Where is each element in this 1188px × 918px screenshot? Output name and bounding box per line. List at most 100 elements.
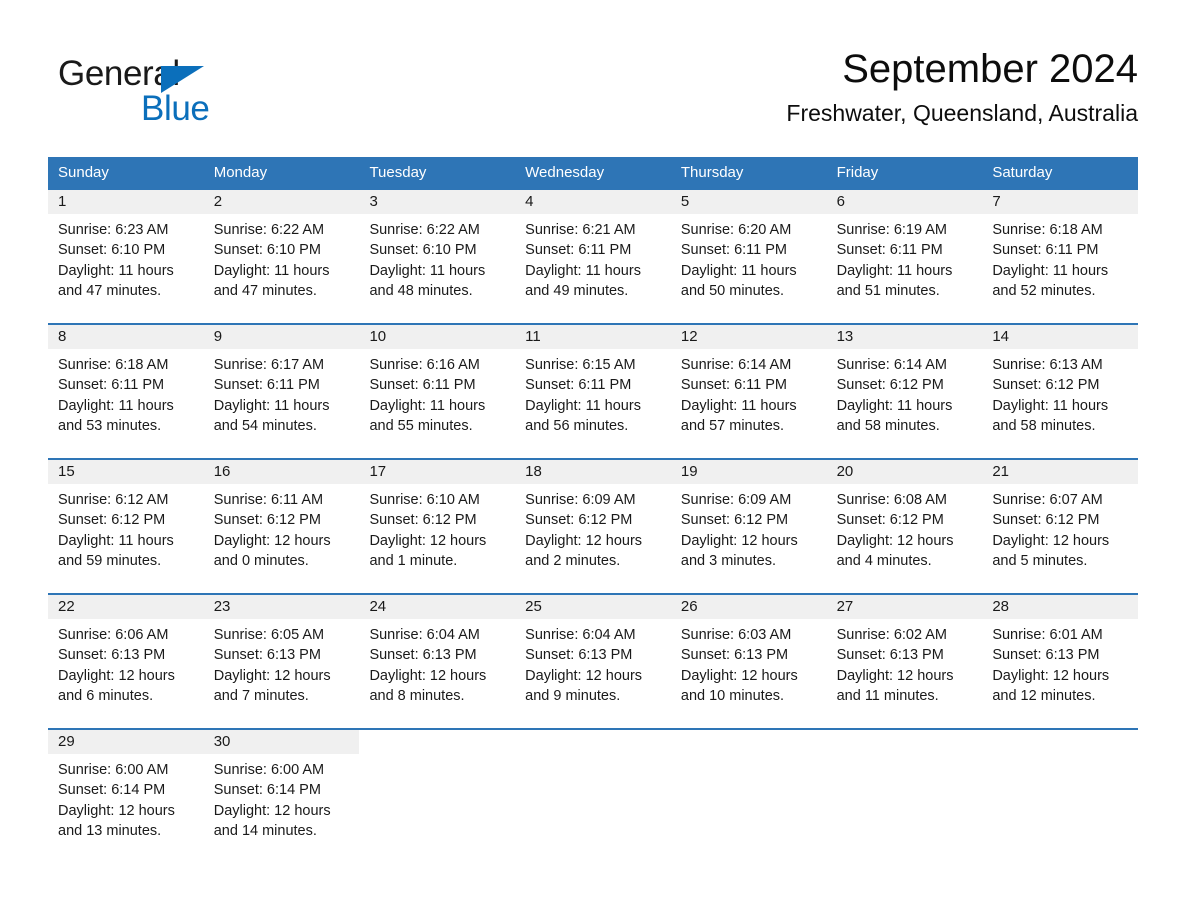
day-number-band: 2 [203,190,360,214]
logo-text-blue: Blue [141,89,210,128]
day-cell[interactable]: 7 Sunrise: 6:18 AM Sunset: 6:11 PM Dayli… [982,190,1139,323]
daylight-text-line2: and 3 minutes. [680,552,776,569]
day-number: 19 [680,463,698,480]
sunrise-text: Sunrise: 6:04 AM [369,627,480,643]
day-cell[interactable]: 19 Sunrise: 6:09 AM Sunset: 6:12 PM Dayl… [670,460,827,593]
day-number: 28 [992,598,1009,615]
sunrise-text: Sunrise: 6:00 AM [213,762,325,778]
day-number-band [671,730,827,754]
day-cell[interactable]: 12 Sunrise: 6:14 AM Sunset: 6:11 PM Dayl… [670,325,827,458]
calendar-grid: Sunday Monday Tuesday Wednesday Thursday… [48,157,1139,858]
day-number: 15 [58,463,75,480]
day-cell[interactable]: 25 Sunrise: 6:04 AM Sunset: 6:13 PM Dayl… [515,595,671,728]
day-cell[interactable]: 30 Sunrise: 6:00 AM Sunset: 6:14 PM Dayl… [203,730,360,858]
day-cell[interactable]: 11 Sunrise: 6:15 AM Sunset: 6:11 PM Dayl… [515,325,671,458]
day-number: 18 [525,463,542,480]
sunrise-text: Sunrise: 6:03 AM [680,627,792,643]
day-details: Sunrise: 6:14 AM Sunset: 6:11 PM Dayligh… [671,349,827,436]
sunrise-text: Sunrise: 6:04 AM [525,627,636,643]
day-number-band: 12 [670,325,827,349]
day-cell[interactable]: 2 Sunrise: 6:22 AM Sunset: 6:10 PM Dayli… [203,190,360,323]
day-cell[interactable]: 3 Sunrise: 6:22 AM Sunset: 6:10 PM Dayli… [359,190,516,323]
daylight-text-line2: and 0 minutes. [213,552,309,569]
sunrise-text: Sunrise: 6:22 AM [369,222,480,238]
day-cell[interactable]: 23 Sunrise: 6:05 AM Sunset: 6:13 PM Dayl… [203,595,360,728]
day-number-band: 17 [359,460,516,484]
day-number-band: 16 [203,460,360,484]
sunrise-text: Sunrise: 6:12 AM [58,492,169,508]
day-number-band: 13 [826,325,983,349]
day-cell[interactable]: 22 Sunrise: 6:06 AM Sunset: 6:13 PM Dayl… [48,595,204,728]
day-cell[interactable]: 20 Sunrise: 6:08 AM Sunset: 6:12 PM Dayl… [826,460,983,593]
day-cell[interactable]: 24 Sunrise: 6:04 AM Sunset: 6:13 PM Dayl… [359,595,516,728]
day-cell[interactable]: 8 Sunrise: 6:18 AM Sunset: 6:11 PM Dayli… [48,325,204,458]
day-cell[interactable]: 21 Sunrise: 6:07 AM Sunset: 6:12 PM Dayl… [982,460,1139,593]
day-cell[interactable]: 14 Sunrise: 6:13 AM Sunset: 6:12 PM Dayl… [982,325,1139,458]
day-number: 7 [992,193,1001,210]
day-cell[interactable]: 5 Sunrise: 6:20 AM Sunset: 6:11 PM Dayli… [670,190,827,323]
day-cell[interactable]: 9 Sunrise: 6:17 AM Sunset: 6:11 PM Dayli… [203,325,360,458]
daylight-text-line2: and 49 minutes. [525,282,629,299]
day-cell[interactable]: 26 Sunrise: 6:03 AM Sunset: 6:13 PM Dayl… [670,595,827,728]
day-number-band: 22 [48,595,204,619]
day-cell[interactable]: 1 Sunrise: 6:23 AM Sunset: 6:10 PM Dayli… [48,190,204,323]
sunset-text: Sunset: 6:11 PM [525,242,632,259]
daylight-text-line1: Daylight: 12 hours [680,532,798,549]
day-number: 11 [525,328,541,345]
sunset-text: Sunset: 6:12 PM [58,512,166,529]
day-details: Sunrise: 6:09 AM Sunset: 6:12 PM Dayligh… [515,484,671,571]
daylight-text-line1: Daylight: 11 hours [369,397,486,414]
daylight-text-line2: and 58 minutes. [992,417,1096,434]
day-details: Sunrise: 6:11 AM Sunset: 6:12 PM Dayligh… [204,484,360,571]
day-number: 27 [836,598,854,615]
sunrise-text: Sunrise: 6:14 AM [680,357,792,373]
day-cell[interactable]: 17 Sunrise: 6:10 AM Sunset: 6:12 PM Dayl… [359,460,516,593]
day-cell[interactable]: 6 Sunrise: 6:19 AM Sunset: 6:11 PM Dayli… [826,190,983,323]
day-number: 1 [58,193,67,210]
day-cell[interactable]: 10 Sunrise: 6:16 AM Sunset: 6:11 PM Dayl… [359,325,516,458]
sunrise-text: Sunrise: 6:09 AM [525,492,636,508]
day-number-band: 11 [515,325,671,349]
day-number: 29 [58,733,75,750]
day-cell[interactable]: 16 Sunrise: 6:11 AM Sunset: 6:12 PM Dayl… [203,460,360,593]
daylight-text-line2: and 54 minutes. [213,417,317,434]
day-cell[interactable]: 27 Sunrise: 6:02 AM Sunset: 6:13 PM Dayl… [826,595,983,728]
daylight-text-line2: and 6 minutes. [58,687,154,704]
day-cell[interactable]: 18 Sunrise: 6:09 AM Sunset: 6:12 PM Dayl… [515,460,671,593]
day-cell[interactable]: 13 Sunrise: 6:14 AM Sunset: 6:12 PM Dayl… [826,325,983,458]
sunset-text: Sunset: 6:10 PM [213,242,321,259]
day-cell[interactable]: 4 Sunrise: 6:21 AM Sunset: 6:11 PM Dayli… [515,190,671,323]
day-details: Sunrise: 6:07 AM Sunset: 6:12 PM Dayligh… [982,484,1138,571]
day-details: Sunrise: 6:00 AM Sunset: 6:14 PM Dayligh… [48,754,204,841]
weekday-friday: Friday [836,164,879,181]
sunrise-text: Sunrise: 6:06 AM [58,627,169,643]
sunset-text: Sunset: 6:13 PM [525,647,633,664]
sunrise-text: Sunrise: 6:15 AM [525,357,636,373]
daylight-text-line1: Daylight: 11 hours [680,397,797,414]
day-number-band: 8 [48,325,204,349]
day-number: 4 [525,193,534,210]
sunset-text: Sunset: 6:12 PM [836,377,944,394]
daylight-text-line1: Daylight: 11 hours [525,262,641,279]
daylight-text-line2: and 9 minutes. [525,687,621,704]
day-number: 24 [369,598,387,615]
sunrise-text: Sunrise: 6:14 AM [836,357,948,373]
sunset-text: Sunset: 6:14 PM [58,782,166,799]
day-number-band: 19 [670,460,827,484]
daylight-text-line1: Daylight: 11 hours [836,262,953,279]
day-details: Sunrise: 6:22 AM Sunset: 6:10 PM Dayligh… [204,214,360,301]
day-number-band: 15 [48,460,204,484]
day-cell[interactable]: 28 Sunrise: 6:01 AM Sunset: 6:13 PM Dayl… [982,595,1139,728]
daylight-text-line1: Daylight: 11 hours [369,262,486,279]
day-number: 2 [213,193,223,210]
sunrise-text: Sunrise: 6:17 AM [213,357,325,373]
week-row: 22 Sunrise: 6:06 AM Sunset: 6:13 PM Dayl… [48,593,1139,728]
day-details: Sunrise: 6:22 AM Sunset: 6:10 PM Dayligh… [359,214,515,301]
day-cell[interactable]: 15 Sunrise: 6:12 AM Sunset: 6:12 PM Dayl… [48,460,204,593]
daylight-text-line1: Daylight: 11 hours [992,397,1109,414]
day-cell[interactable]: 29 Sunrise: 6:00 AM Sunset: 6:14 PM Dayl… [48,730,204,858]
day-details: Sunrise: 6:13 AM Sunset: 6:12 PM Dayligh… [982,349,1138,436]
daylight-text-line1: Daylight: 11 hours [58,532,174,549]
daylight-text-line2: and 5 minutes. [992,552,1088,569]
day-number-band: 20 [826,460,983,484]
